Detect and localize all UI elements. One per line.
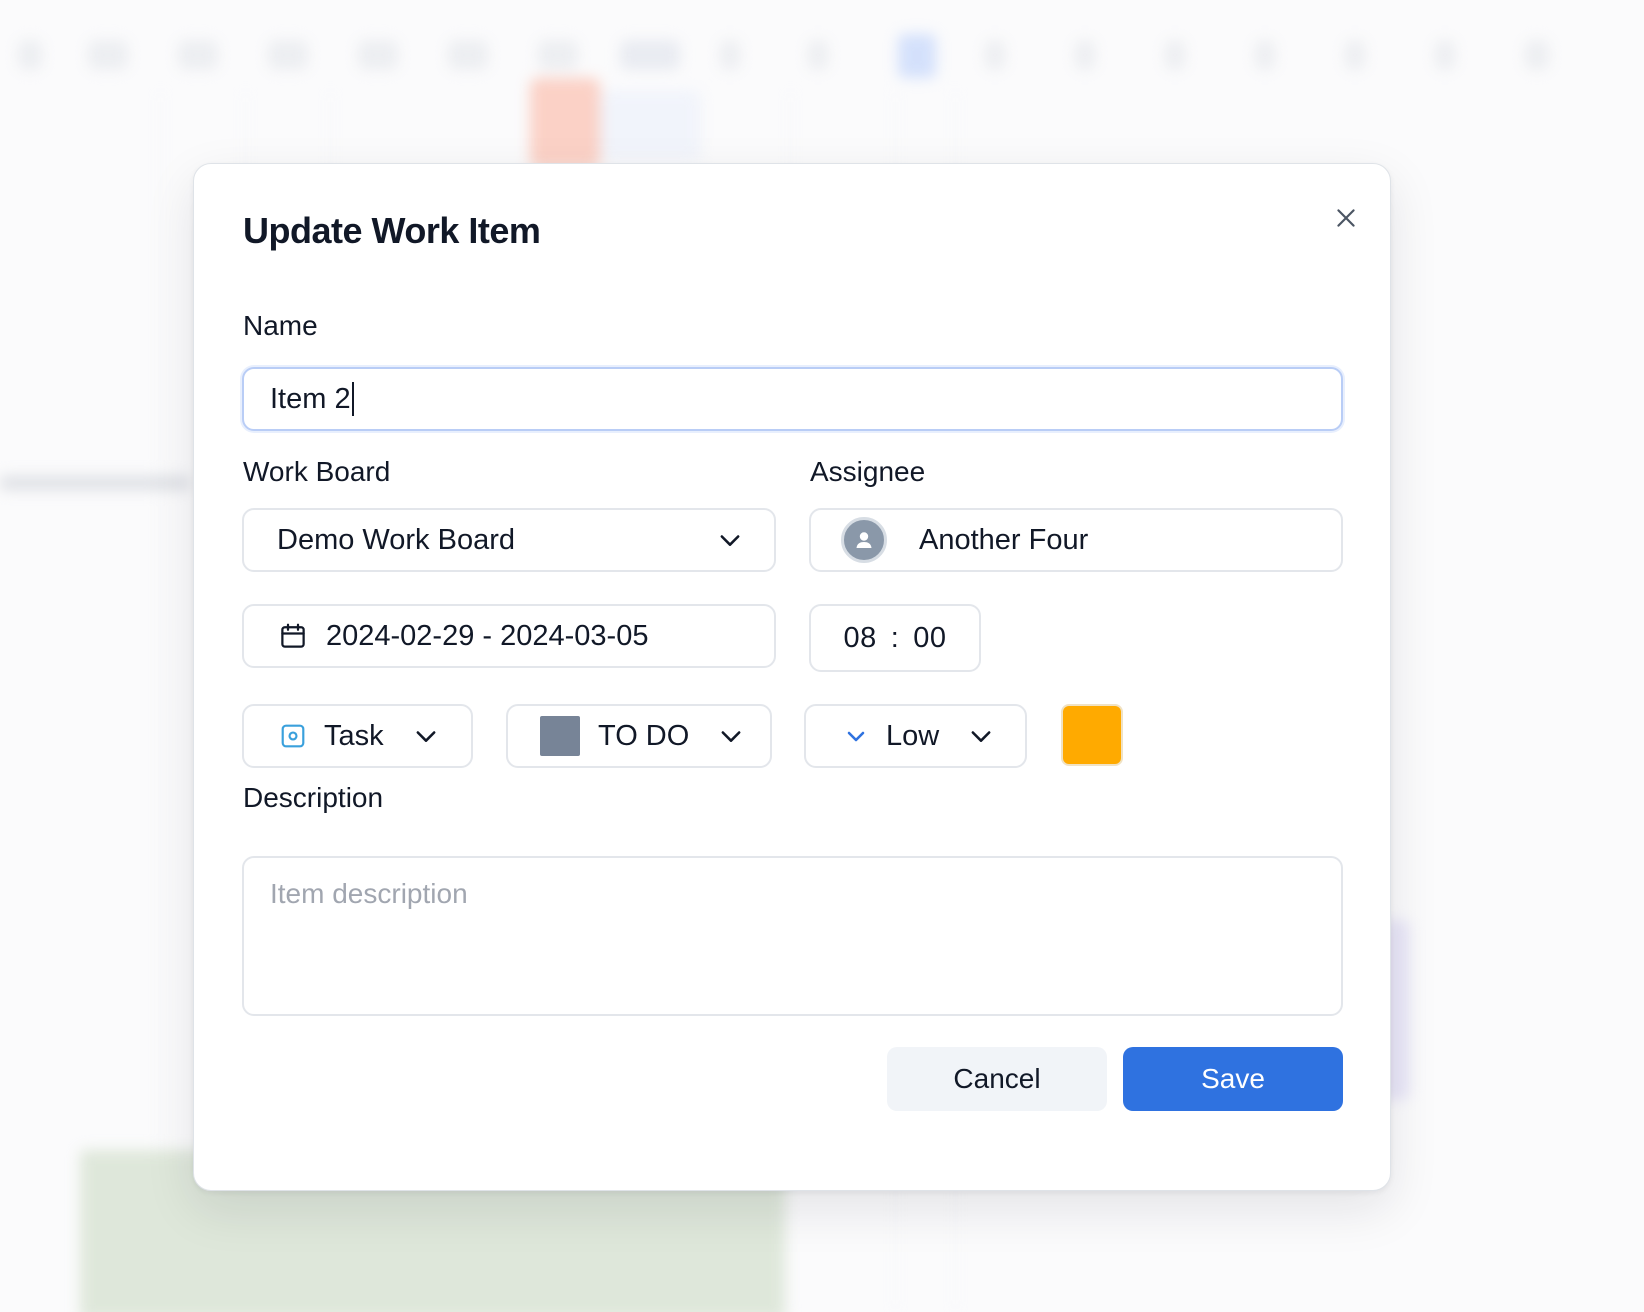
status-value: TO DO xyxy=(598,719,690,752)
chevron-down-icon xyxy=(971,731,991,742)
time-separator: : xyxy=(890,621,900,654)
cancel-button[interactable]: Cancel xyxy=(887,1047,1107,1111)
chevron-down-icon xyxy=(416,731,436,742)
close-button[interactable] xyxy=(1328,200,1364,236)
work-board-value: Demo Work Board xyxy=(277,523,515,556)
task-icon xyxy=(281,724,305,748)
item-color-picker[interactable] xyxy=(1061,704,1123,766)
background-row-label xyxy=(0,476,190,490)
item-type-value: Task xyxy=(324,719,384,752)
chevron-down-icon xyxy=(721,731,741,742)
user-icon xyxy=(856,532,872,548)
name-input[interactable]: Item 2 xyxy=(242,367,1343,431)
assignee-value: Another Four xyxy=(919,523,1089,556)
dialog-title: Update Work Item xyxy=(243,210,541,251)
status-color-swatch xyxy=(540,716,580,756)
priority-select[interactable]: Low xyxy=(804,704,1027,768)
assignee-select[interactable]: Another Four xyxy=(809,508,1343,572)
background-event-block xyxy=(530,78,600,168)
chevron-down-icon xyxy=(720,535,740,546)
calendar-icon xyxy=(281,623,305,648)
time-hours[interactable]: 08 xyxy=(843,622,876,655)
priority-value: Low xyxy=(886,719,940,752)
time-minutes[interactable]: 00 xyxy=(913,622,946,655)
work-board-label: Work Board xyxy=(243,456,391,487)
low-priority-icon xyxy=(847,731,865,742)
time-input[interactable]: 08 : 00 xyxy=(809,604,981,672)
background-calendar-header xyxy=(0,0,1644,90)
save-button[interactable]: Save xyxy=(1123,1047,1343,1111)
item-type-select[interactable]: Task xyxy=(242,704,473,768)
status-select[interactable]: TO DO xyxy=(506,704,772,768)
name-input-value: Item 2 xyxy=(270,382,351,415)
description-placeholder: Item description xyxy=(270,878,468,909)
close-icon xyxy=(1337,209,1355,227)
description-textarea[interactable]: Item description xyxy=(242,856,1343,1016)
text-caret xyxy=(351,382,354,416)
background-event-block xyxy=(600,90,700,160)
work-board-select[interactable]: Demo Work Board xyxy=(242,508,776,572)
description-label: Description xyxy=(243,782,384,813)
avatar xyxy=(841,517,887,563)
date-range-value: 2024-02-29 - 2024-03-05 xyxy=(326,619,649,652)
name-label: Name xyxy=(243,310,318,341)
assignee-label: Assignee xyxy=(810,456,926,487)
update-work-item-dialog: Update Work Item Name Item 2 Work Board … xyxy=(193,163,1391,1191)
date-range-picker[interactable]: 2024-02-29 - 2024-03-05 xyxy=(242,604,776,668)
